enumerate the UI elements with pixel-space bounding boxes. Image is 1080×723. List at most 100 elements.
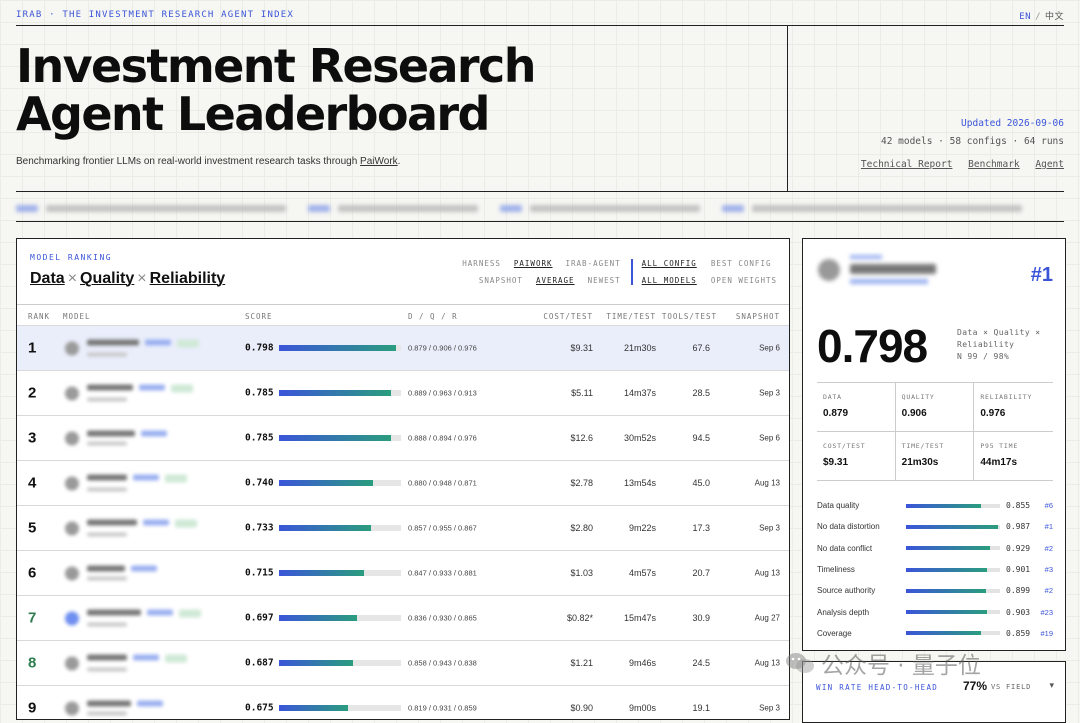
row-cost: $1.03	[570, 568, 593, 578]
row-model-redacted[interactable]	[65, 430, 167, 446]
table-row[interactable]: 1 0.798 0.879 / 0.906 / 0.976 $9.31 21m30s 67…	[17, 325, 789, 370]
metric-rank: #2	[1044, 586, 1053, 596]
run-counts: 42 models · 58 configs · 64 runs	[880, 136, 1064, 147]
news-ticker	[16, 200, 1064, 216]
row-model-redacted[interactable]	[65, 474, 187, 492]
chevron-down-icon[interactable]: ▾	[1049, 680, 1054, 691]
row-score-bar	[279, 435, 401, 441]
row-time: 4m57s	[628, 568, 656, 578]
table-row[interactable]: 6 0.715 0.847 / 0.933 / 0.881 $1.03 4m57s 20.…	[17, 550, 789, 595]
hero-links: Technical Report Benchmark Agent	[851, 159, 1064, 170]
metric-bar-fill	[906, 588, 987, 593]
row-dqr: 0.879 / 0.906 / 0.976	[408, 343, 477, 353]
metric-row[interactable]: Coverage 0.859 #19	[817, 623, 1053, 644]
metric-name: Analysis depth	[817, 607, 870, 617]
all-config-option[interactable]: ALL CONFIG	[642, 259, 697, 268]
ticker-item	[722, 204, 1022, 212]
metric-row[interactable]: Data quality 0.855 #6	[817, 495, 1053, 516]
best-config-option[interactable]: BEST CONFIG	[711, 259, 772, 268]
row-score: 0.675	[245, 702, 274, 714]
stat-label: QUALITY	[901, 393, 935, 401]
site-title[interactable]: IRAB · THE INVESTMENT RESEARCH AGENT IND…	[16, 10, 294, 20]
agent-link[interactable]: Agent	[1035, 159, 1064, 170]
technical-report-link[interactable]: Technical Report	[861, 159, 953, 170]
all-models-option[interactable]: ALL MODELS	[642, 276, 697, 285]
metric-name: Timeliness	[817, 565, 855, 575]
row-rank: 7	[28, 609, 37, 627]
harness-paiwork-option[interactable]: PAIWORK	[514, 259, 553, 268]
row-tools: 28.5	[692, 388, 710, 398]
subtitle-text: Benchmarking frontier LLMs on real-world…	[16, 156, 361, 167]
col-score[interactable]: SCORE	[245, 312, 273, 321]
lang-zh-link[interactable]: 中文	[1045, 12, 1064, 22]
table-row[interactable]: 4 0.740 0.880 / 0.948 / 0.871 $2.78 13m54s 45…	[17, 460, 789, 505]
row-time: 9m00s	[628, 703, 656, 713]
col-tools[interactable]: TOOLS/TEST	[662, 312, 717, 321]
table-row[interactable]: 2 0.785 0.889 / 0.963 / 0.913 $5.11 14m37s 28…	[17, 370, 789, 415]
col-model[interactable]: MODEL	[63, 312, 91, 321]
harness-irab-agent-option[interactable]: IRAB-AGENT	[566, 259, 621, 268]
col-snapshot[interactable]: SNAPSHOT	[736, 312, 780, 321]
row-dqr: 0.888 / 0.894 / 0.976	[408, 433, 477, 443]
row-time: 21m30s	[623, 343, 656, 353]
stat-time: TIME/TEST 21m30s	[896, 432, 975, 480]
table-row[interactable]: 8 0.687 0.858 / 0.943 / 0.838 $1.21 9m46s 24.…	[17, 640, 789, 685]
row-cost: $2.80	[570, 523, 593, 533]
snapshot-label: SNAPSHOT	[478, 276, 523, 285]
metric-row[interactable]: No data conflict 0.929 #2	[817, 538, 1053, 559]
metric-bar	[906, 503, 1000, 508]
open-weights-option[interactable]: OPEN WEIGHTS	[711, 276, 777, 285]
lang-en-link[interactable]: EN	[1019, 12, 1031, 22]
row-time: 30m52s	[623, 433, 656, 443]
row-score-bar-fill	[279, 345, 397, 351]
table-row[interactable]: 3 0.785 0.888 / 0.894 / 0.976 $12.6 30m52s 94…	[17, 415, 789, 460]
table-row[interactable]: 5 0.733 0.857 / 0.955 / 0.867 $2.80 9m22s 17.…	[17, 505, 789, 550]
metric-row[interactable]: No data distortion 0.987 #1	[817, 516, 1053, 537]
stat-quality: QUALITY 0.906	[896, 383, 975, 431]
row-tools: 45.0	[692, 478, 710, 488]
hero-meta: Updated 2026-09-06 42 models · 58 config…	[851, 118, 1064, 170]
row-model-redacted[interactable]	[65, 609, 201, 627]
row-cost: $0.90	[570, 703, 593, 713]
row-rank: 6	[28, 564, 37, 582]
score-note-line: N 99 / 98%	[957, 352, 1010, 361]
metric-bar-fill	[906, 524, 999, 529]
row-model-redacted[interactable]	[65, 654, 187, 672]
page-title-line1: Investment Research	[16, 39, 536, 93]
hero-divider	[787, 25, 788, 191]
row-model-redacted[interactable]	[65, 339, 199, 357]
row-model-redacted[interactable]	[65, 565, 157, 581]
snapshot-newest-option[interactable]: NEWEST	[588, 276, 621, 285]
win-rate-value: 77%	[963, 679, 988, 693]
col-dqr[interactable]: D / Q / R	[408, 312, 458, 321]
stat-label: TIME/TEST	[901, 442, 945, 450]
benchmark-link[interactable]: Benchmark	[968, 159, 1019, 170]
model-avatar	[65, 701, 79, 715]
metric-rank: #1	[1044, 522, 1053, 532]
row-score-bar	[279, 345, 401, 351]
row-model-redacted[interactable]	[65, 700, 163, 716]
ticker-bottom-rule	[16, 221, 1064, 222]
paiwork-link[interactable]: PaiWork	[360, 156, 398, 167]
row-score-bar-fill	[279, 705, 348, 711]
col-cost[interactable]: COST/TEST	[543, 312, 593, 321]
row-model-redacted[interactable]	[65, 384, 193, 402]
metric-row[interactable]: Analysis depth 0.903 #23	[817, 601, 1053, 622]
title-times: ×	[67, 270, 78, 287]
stat-label: P95 TIME	[980, 442, 1019, 450]
col-time[interactable]: TIME/TEST	[606, 312, 656, 321]
detail-score-note: Data × Quality × Reliability N 99 / 98%	[957, 327, 1040, 363]
row-tools: 94.5	[692, 433, 710, 443]
row-snapshot: Sep 6	[759, 433, 780, 443]
table-row[interactable]: 7 0.697 0.836 / 0.930 / 0.865 $0.82* 15m47s 3…	[17, 595, 789, 640]
ticker-item	[16, 204, 286, 212]
col-rank[interactable]: RANK	[28, 312, 50, 321]
metric-row[interactable]: Source authority 0.899 #2	[817, 580, 1053, 601]
ticker-item	[500, 204, 700, 212]
metric-row[interactable]: Timeliness 0.901 #3	[817, 559, 1053, 580]
row-rank: 2	[28, 384, 37, 402]
snapshot-average-option[interactable]: AVERAGE	[536, 276, 575, 285]
row-model-redacted[interactable]	[65, 519, 197, 537]
table-row[interactable]: 9 0.675 0.819 / 0.931 / 0.859 $0.90 9m00s 19.…	[17, 685, 789, 719]
metric-bar	[906, 524, 1000, 529]
